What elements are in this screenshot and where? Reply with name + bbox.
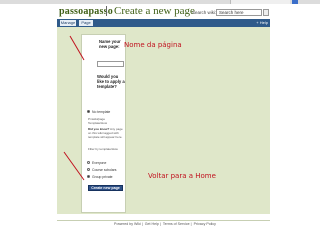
- footer-link-terms[interactable]: Terms of Service: [163, 222, 190, 226]
- arrow-to-create-button: [63, 151, 85, 181]
- footer-link-privacy[interactable]: Privacy Policy: [194, 222, 216, 226]
- footer-link-powered[interactable]: Powered by Wiki: [114, 222, 141, 226]
- footer: Powered by Wiki| Get Help| Terms of Serv…: [0, 220, 320, 228]
- footer-divider: [57, 220, 270, 221]
- arrow-to-name-field: [69, 35, 85, 61]
- footer-link-help[interactable]: Get Help: [145, 222, 159, 226]
- footer-links: Powered by Wiki| Get Help| Terms of Serv…: [114, 222, 216, 226]
- annotation-arrows: [63, 35, 85, 181]
